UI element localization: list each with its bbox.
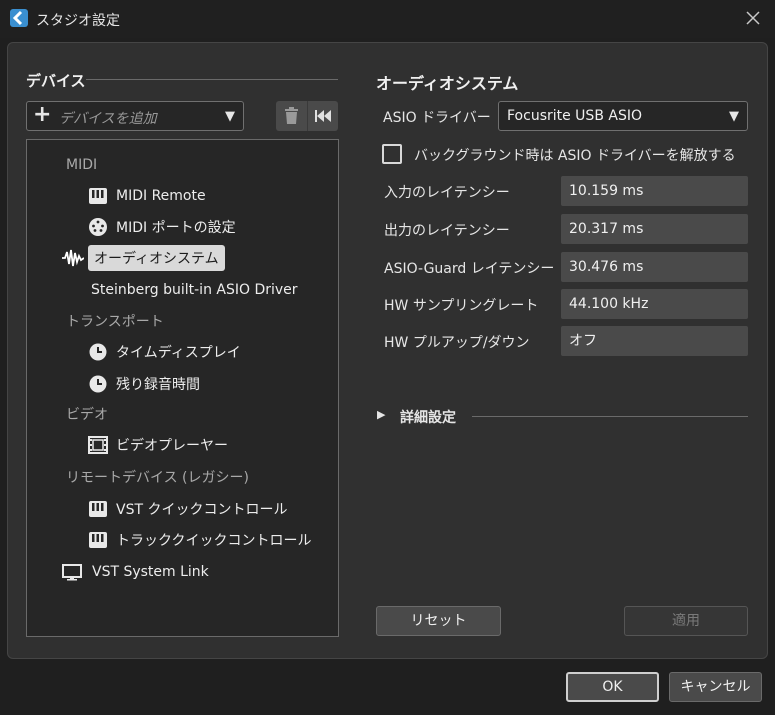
advanced-settings-label: 詳細設定	[400, 410, 456, 426]
advanced-settings-toggle[interactable]: ▶ 詳細設定	[377, 406, 477, 428]
tree-item-time-display[interactable]: タイムディスプレイ	[88, 338, 241, 366]
devices-section-title: デバイス	[26, 72, 86, 90]
hw-pullup-value: オフ	[561, 326, 748, 356]
midi-remote-icon	[88, 186, 108, 206]
chevron-down-icon: ▼	[729, 109, 739, 124]
device-toolbar	[276, 101, 338, 131]
input-latency-label: 入力のレイテンシー	[384, 185, 510, 201]
devices-divider	[86, 79, 338, 80]
tree-label: MIDI Remote	[116, 188, 206, 204]
tree-label: 残り録音時間	[116, 377, 200, 393]
asio-driver-label: ASIO ドライバー	[383, 110, 491, 126]
plus-icon: +	[33, 102, 52, 127]
release-driver-label: バックグラウンド時は ASIO ドライバーを解放する	[414, 148, 736, 164]
output-latency-value: 20.317 ms	[561, 214, 748, 244]
midi-port-icon	[88, 217, 108, 237]
clock-icon	[88, 342, 108, 362]
clock-icon	[88, 374, 108, 394]
hw-sample-rate-value: 44.100 kHz	[561, 289, 748, 319]
asio-guard-latency-label: ASIO-Guard レイテンシー	[384, 261, 555, 277]
tree-label: ビデオプレーヤー	[116, 438, 228, 454]
tree-category-remote-legacy[interactable]: リモートデバイス (レガシー)	[66, 463, 249, 491]
tree-category-transport[interactable]: トランスポート	[66, 307, 164, 335]
hw-sample-rate-label: HW サンプリングレート	[384, 298, 539, 314]
asio-driver-value: Focusrite USB ASIO	[507, 108, 642, 124]
skip-back-icon	[315, 110, 331, 122]
midi-remote-icon	[88, 499, 108, 519]
tree-label: オーディオシステム	[88, 245, 225, 271]
tree-category-midi[interactable]: MIDI	[66, 151, 97, 179]
apply-button[interactable]: 適用	[624, 606, 748, 636]
asio-driver-dropdown[interactable]: Focusrite USB ASIO ▼	[498, 101, 748, 131]
triangle-right-icon: ▶	[377, 408, 386, 421]
hw-pullup-label: HW プルアップ/ダウン	[384, 335, 530, 351]
reset-button[interactable]: リセット	[376, 606, 501, 636]
tree-label: トランスポート	[66, 314, 164, 330]
delete-device-button[interactable]	[276, 101, 307, 131]
tree-item-midi-remote[interactable]: MIDI Remote	[88, 182, 206, 210]
tree-label: タイムディスプレイ	[116, 345, 241, 361]
tree-item-video-player[interactable]: ビデオプレーヤー	[88, 431, 228, 459]
input-latency-value: 10.159 ms	[561, 176, 748, 206]
tree-label: ビデオ	[66, 407, 108, 423]
tree-label: VST System Link	[92, 564, 209, 580]
app-logo-icon	[10, 9, 28, 27]
audio-wave-icon	[62, 248, 85, 268]
tree-label: MIDI	[66, 157, 98, 173]
midi-remote-icon	[88, 530, 108, 550]
tree-item-remaining-time[interactable]: 残り録音時間	[88, 370, 200, 398]
tree-label: Steinberg built-in ASIO Driver	[91, 282, 298, 298]
output-latency-label: 出力のレイテンシー	[384, 223, 510, 239]
tree-item-audio-system[interactable]: オーディオシステム	[62, 244, 225, 272]
cancel-button[interactable]: キャンセル	[669, 672, 762, 702]
chevron-down-icon: ▼	[225, 109, 235, 124]
add-device-label: デバイスを追加	[59, 111, 157, 127]
trash-icon	[285, 107, 298, 124]
ok-button[interactable]: OK	[566, 672, 659, 702]
tree-label: MIDI ポートの設定	[116, 220, 236, 236]
release-driver-checkbox[interactable]	[382, 144, 402, 164]
asio-guard-latency-value: 30.476 ms	[561, 252, 748, 282]
advanced-divider	[472, 416, 748, 417]
tree-category-video[interactable]: ビデオ	[66, 400, 108, 428]
device-tree: MIDI MIDI Remote MIDI ポートの設定 オーディオシステム S…	[26, 139, 339, 637]
audio-system-section-title: オーディオシステム	[376, 74, 519, 93]
add-device-dropdown[interactable]: + デバイスを追加 ▼	[26, 101, 244, 131]
tree-item-track-quick-control[interactable]: トラッククイックコントロール	[88, 526, 311, 554]
tree-item-midi-port[interactable]: MIDI ポートの設定	[88, 213, 236, 241]
tree-item-vst-quick-control[interactable]: VST クイックコントロール	[88, 495, 287, 523]
title-bar: スタジオ設定	[0, 0, 775, 38]
reset-device-button[interactable]	[307, 101, 338, 131]
tree-item-vst-system-link[interactable]: VST System Link	[62, 558, 209, 586]
film-icon	[88, 435, 108, 455]
tree-item-asio-driver[interactable]: Steinberg built-in ASIO Driver	[91, 276, 298, 304]
window-title: スタジオ設定	[36, 13, 120, 29]
tree-label: VST クイックコントロール	[116, 502, 288, 518]
tree-label: リモートデバイス (レガシー)	[66, 470, 249, 486]
close-icon[interactable]	[743, 8, 763, 28]
monitor-icon	[62, 562, 82, 582]
tree-label: トラッククイックコントロール	[116, 533, 312, 549]
